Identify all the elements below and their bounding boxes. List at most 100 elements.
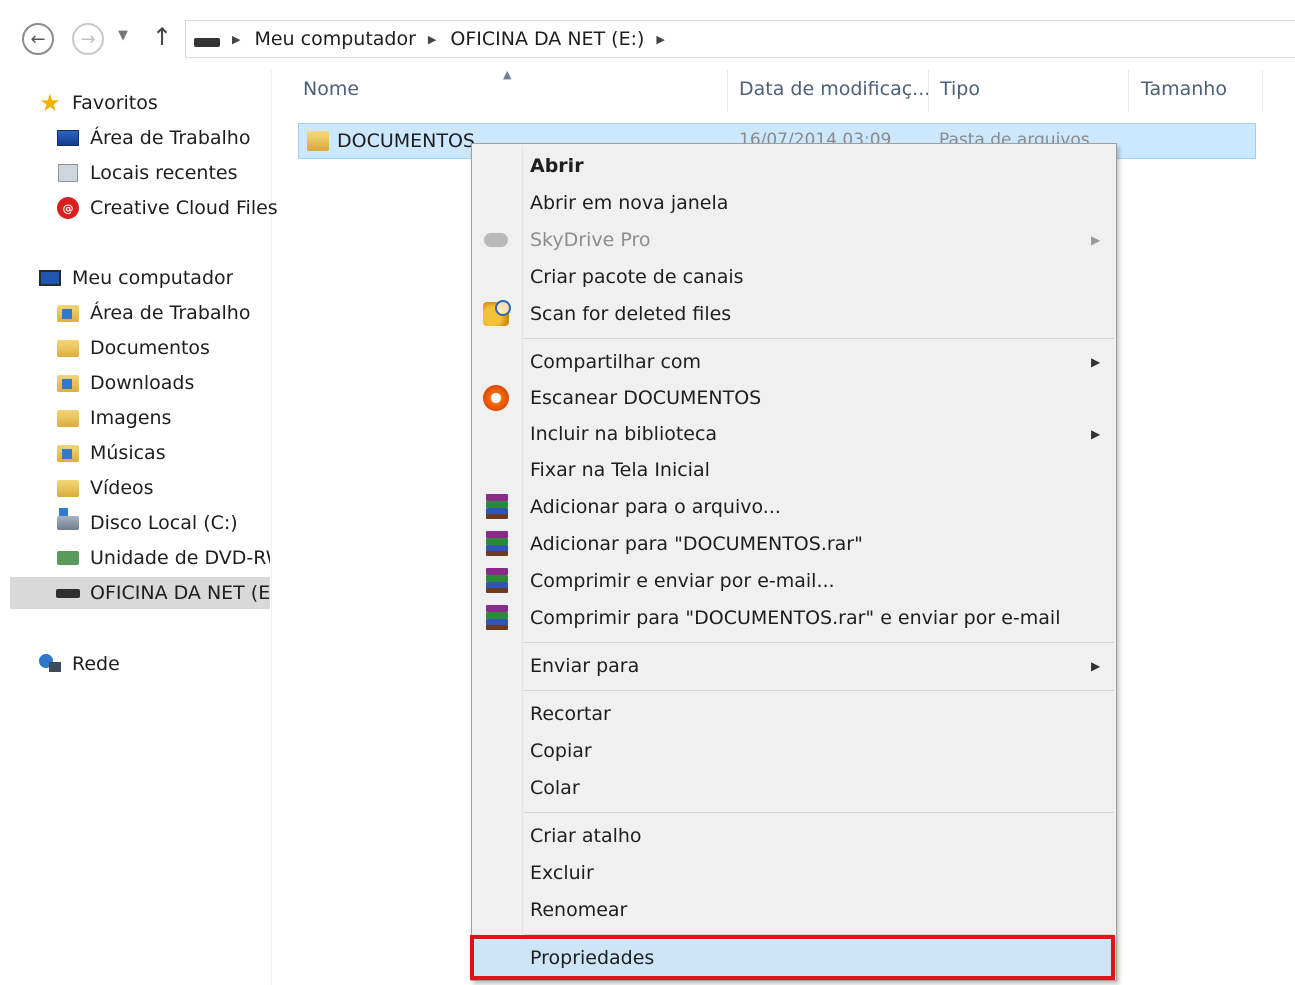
winrar-icon [484,605,508,631]
documents-folder-icon [57,339,79,357]
creative-cloud-icon: @ [57,197,79,219]
videos-folder-icon [57,479,79,497]
nav-item-oficina-da-net[interactable]: OFICINA DA NET (E:) [10,577,270,609]
column-divider[interactable] [928,70,929,112]
breadcrumb-item[interactable]: OFICINA DA NET (E:) [450,28,644,50]
nav-item-videos[interactable]: Vídeos [56,472,154,504]
menu-item-pin-start[interactable]: Fixar na Tela Inicial [472,452,1116,488]
nav-label: Disco Local (C:) [90,512,238,534]
downloads-folder-icon [57,374,79,392]
nav-label: Imagens [90,407,172,429]
antivirus-icon [483,385,509,411]
menu-item-scan-documents[interactable]: Escanear DOCUMENTOS [472,380,1116,416]
menu-item-compress-rar-email[interactable]: Comprimir para "DOCUMENTOS.rar" e enviar… [472,600,1116,636]
nav-label: Meu computador [72,267,234,289]
nav-item-desktop[interactable]: Área de Trabalho [56,297,250,329]
nav-item-desktop-favorite[interactable]: Área de Trabalho [56,122,250,154]
recent-places-icon [58,164,78,182]
nav-label: Downloads [90,372,195,394]
nav-label: Rede [72,653,120,675]
submenu-arrow-icon: ▶ [1091,233,1101,247]
breadcrumb-separator-icon[interactable]: ▶ [232,33,240,46]
breadcrumb-separator-icon[interactable]: ▶ [428,33,436,46]
arrow-up-icon: ↑ [152,23,173,51]
breadcrumb-separator-icon[interactable]: ▶ [656,33,664,46]
up-button[interactable]: ↑ [152,23,172,51]
highlight-annotation-box [470,935,1115,980]
address-bar[interactable]: ▶ Meu computador ▶ OFICINA DA NET (E:) ▶ [185,20,1295,58]
back-button[interactable]: ← [22,23,54,55]
nav-label: Músicas [90,442,166,464]
menu-item-scan-deleted-files[interactable]: Scan for deleted files [472,296,1116,332]
menu-item-rename[interactable]: Renomear [472,892,1116,928]
menu-item-create-shortcut[interactable]: Criar atalho [472,818,1116,854]
chevron-down-icon: ▼ [118,28,128,43]
dvd-drive-icon [57,551,79,565]
computer-icon [39,270,61,286]
winrar-icon [484,568,508,594]
nav-label: Área de Trabalho [90,302,251,324]
nav-label: OFICINA DA NET (E:) [90,582,270,604]
column-header-name[interactable]: Nome [303,78,359,100]
menu-item-open[interactable]: Abrir [472,148,1116,184]
menu-separator [524,690,1114,691]
desktop-icon [57,130,79,146]
recent-locations-button[interactable]: ▼ [118,28,128,43]
nav-item-recent-places[interactable]: Locais recentes [56,157,237,189]
star-icon: ★ [39,89,61,117]
forward-button[interactable]: → [72,23,104,55]
winrar-icon [484,494,508,520]
column-divider[interactable] [1128,70,1129,112]
menu-item-open-new-window[interactable]: Abrir em nova janela [472,185,1116,221]
menu-item-create-channel-package[interactable]: Criar pacote de canais [472,259,1116,295]
arrow-right-icon: → [80,28,96,50]
drive-icon [194,37,220,47]
menu-item-delete[interactable]: Excluir [472,855,1116,891]
file-name: DOCUMENTOS [337,130,475,152]
column-header-date[interactable]: Data de modificaç... [739,78,930,100]
nav-label: Favoritos [72,92,158,114]
submenu-arrow-icon: ▶ [1091,427,1101,441]
nav-item-creative-cloud[interactable]: @ Creative Cloud Files [56,192,278,224]
menu-separator [524,642,1114,643]
nav-item-downloads[interactable]: Downloads [56,367,194,399]
menu-item-skydrive-pro[interactable]: SkyDrive Pro ▶ [472,222,1116,258]
menu-item-add-to-rar[interactable]: Adicionar para "DOCUMENTOS.rar" [472,526,1116,562]
menu-item-compress-email[interactable]: Comprimir e enviar por e-mail... [472,563,1116,599]
nav-item-documents[interactable]: Documentos [56,332,210,364]
column-header-size[interactable]: Tamanho [1141,78,1227,100]
submenu-arrow-icon: ▶ [1091,659,1101,673]
submenu-arrow-icon: ▶ [1091,355,1101,369]
nav-label: Unidade de DVD-RW [90,547,270,569]
column-divider[interactable] [1262,70,1263,112]
nav-label: Vídeos [90,477,154,499]
menu-item-send-to[interactable]: Enviar para ▶ [472,648,1116,684]
menu-item-copy[interactable]: Copiar [472,733,1116,769]
breadcrumb-item[interactable]: Meu computador [254,28,415,50]
nav-item-pictures[interactable]: Imagens [56,402,171,434]
sort-ascending-icon: ▲ [503,68,512,81]
pictures-folder-icon [57,409,79,427]
local-disk-icon [57,508,79,530]
menu-item-paste[interactable]: Colar [472,770,1116,806]
menu-item-add-to-archive[interactable]: Adicionar para o arquivo... [472,489,1116,525]
nav-label: Creative Cloud Files [90,197,278,219]
column-header-type[interactable]: Tipo [940,78,980,100]
folder-icon [307,131,329,151]
nav-label: Locais recentes [90,162,238,184]
nav-item-local-disk[interactable]: Disco Local (C:) [56,507,238,539]
menu-item-include-library[interactable]: Incluir na biblioteca ▶ [472,416,1116,452]
nav-item-music[interactable]: Músicas [56,437,166,469]
nav-label: Documentos [90,337,210,359]
menu-item-cut[interactable]: Recortar [472,696,1116,732]
scan-magnifier-icon [483,300,511,326]
winrar-icon [484,531,508,557]
menu-item-share-with[interactable]: Compartilhar com ▶ [472,344,1116,380]
menu-separator [524,338,1114,339]
skydrive-cloud-icon [484,233,508,247]
nav-network[interactable]: Rede [38,648,120,680]
nav-computer[interactable]: Meu computador [38,262,233,294]
nav-favorites[interactable]: ★ Favoritos [38,87,158,119]
nav-item-dvd-drive[interactable]: Unidade de DVD-RW [56,542,270,574]
column-divider[interactable] [727,70,728,112]
